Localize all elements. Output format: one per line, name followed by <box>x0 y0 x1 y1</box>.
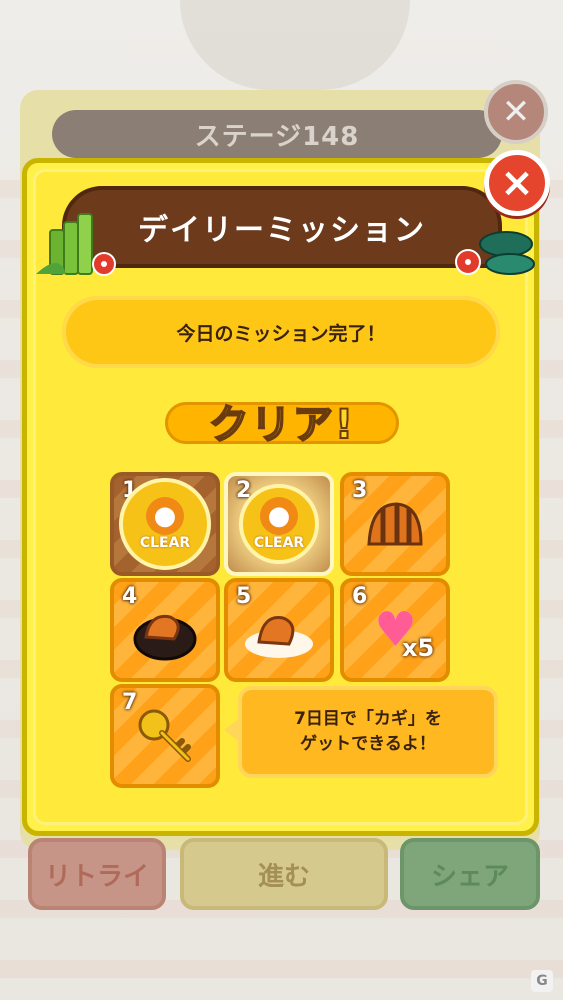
background-close-icon: ✕ <box>484 80 548 144</box>
hint-line-2: ゲットできるよ！ <box>300 734 436 754</box>
day-cell-3: 3 <box>340 472 450 576</box>
paw-icon: ● <box>260 497 298 535</box>
paw-clear-badge-icon: ● CLEAR <box>239 484 319 564</box>
day-cell-7: 7 <box>110 684 220 788</box>
dialog-close-button[interactable]: × <box>484 150 550 216</box>
food-on-cloud-icon <box>245 615 313 658</box>
background-stage-title: ステージ148 <box>52 110 502 158</box>
striped-food-icon <box>367 502 423 546</box>
heart-quantity: x5 <box>402 634 435 662</box>
kadomatsu-bamboo-icon <box>36 213 116 276</box>
day-cell-2: 2 ● CLEAR <box>224 472 334 576</box>
day-cell-1: 1 ● CLEAR <box>110 472 220 576</box>
paw-icon: ● <box>146 497 184 535</box>
hint-speech-bubble: 7日目で「カギ」を ゲットできるよ！ <box>238 686 498 778</box>
golden-key-icon <box>138 709 191 762</box>
clear-banner-text: クリア! <box>208 401 356 449</box>
pine-branch-icon <box>455 231 535 275</box>
share-button: シェア <box>400 838 540 910</box>
dialog-title-banner: デイリーミッション <box>62 186 502 268</box>
dialog-title: デイリーミッション <box>138 213 426 248</box>
close-icon: × <box>500 160 534 206</box>
day-cell-4: 4 <box>110 578 220 682</box>
day-number: 6 <box>352 584 368 609</box>
food-on-plate-icon <box>133 614 197 661</box>
hint-line-1: 7日目で「カギ」を <box>294 708 442 729</box>
site-watermark-icon: G <box>531 970 553 992</box>
next-button: 進む <box>180 838 388 910</box>
paw-clear-badge-icon: ● CLEAR <box>119 478 211 570</box>
retry-button: リトライ <box>28 838 166 910</box>
clear-badge-label: CLEAR <box>253 535 305 551</box>
clear-badge-label: CLEAR <box>139 535 191 551</box>
day-cell-6: 6 ♥ x5 <box>340 578 450 682</box>
day-cell-5: 5 <box>224 578 334 682</box>
mission-status-bar: 今日のミッション完了！ <box>62 296 500 368</box>
